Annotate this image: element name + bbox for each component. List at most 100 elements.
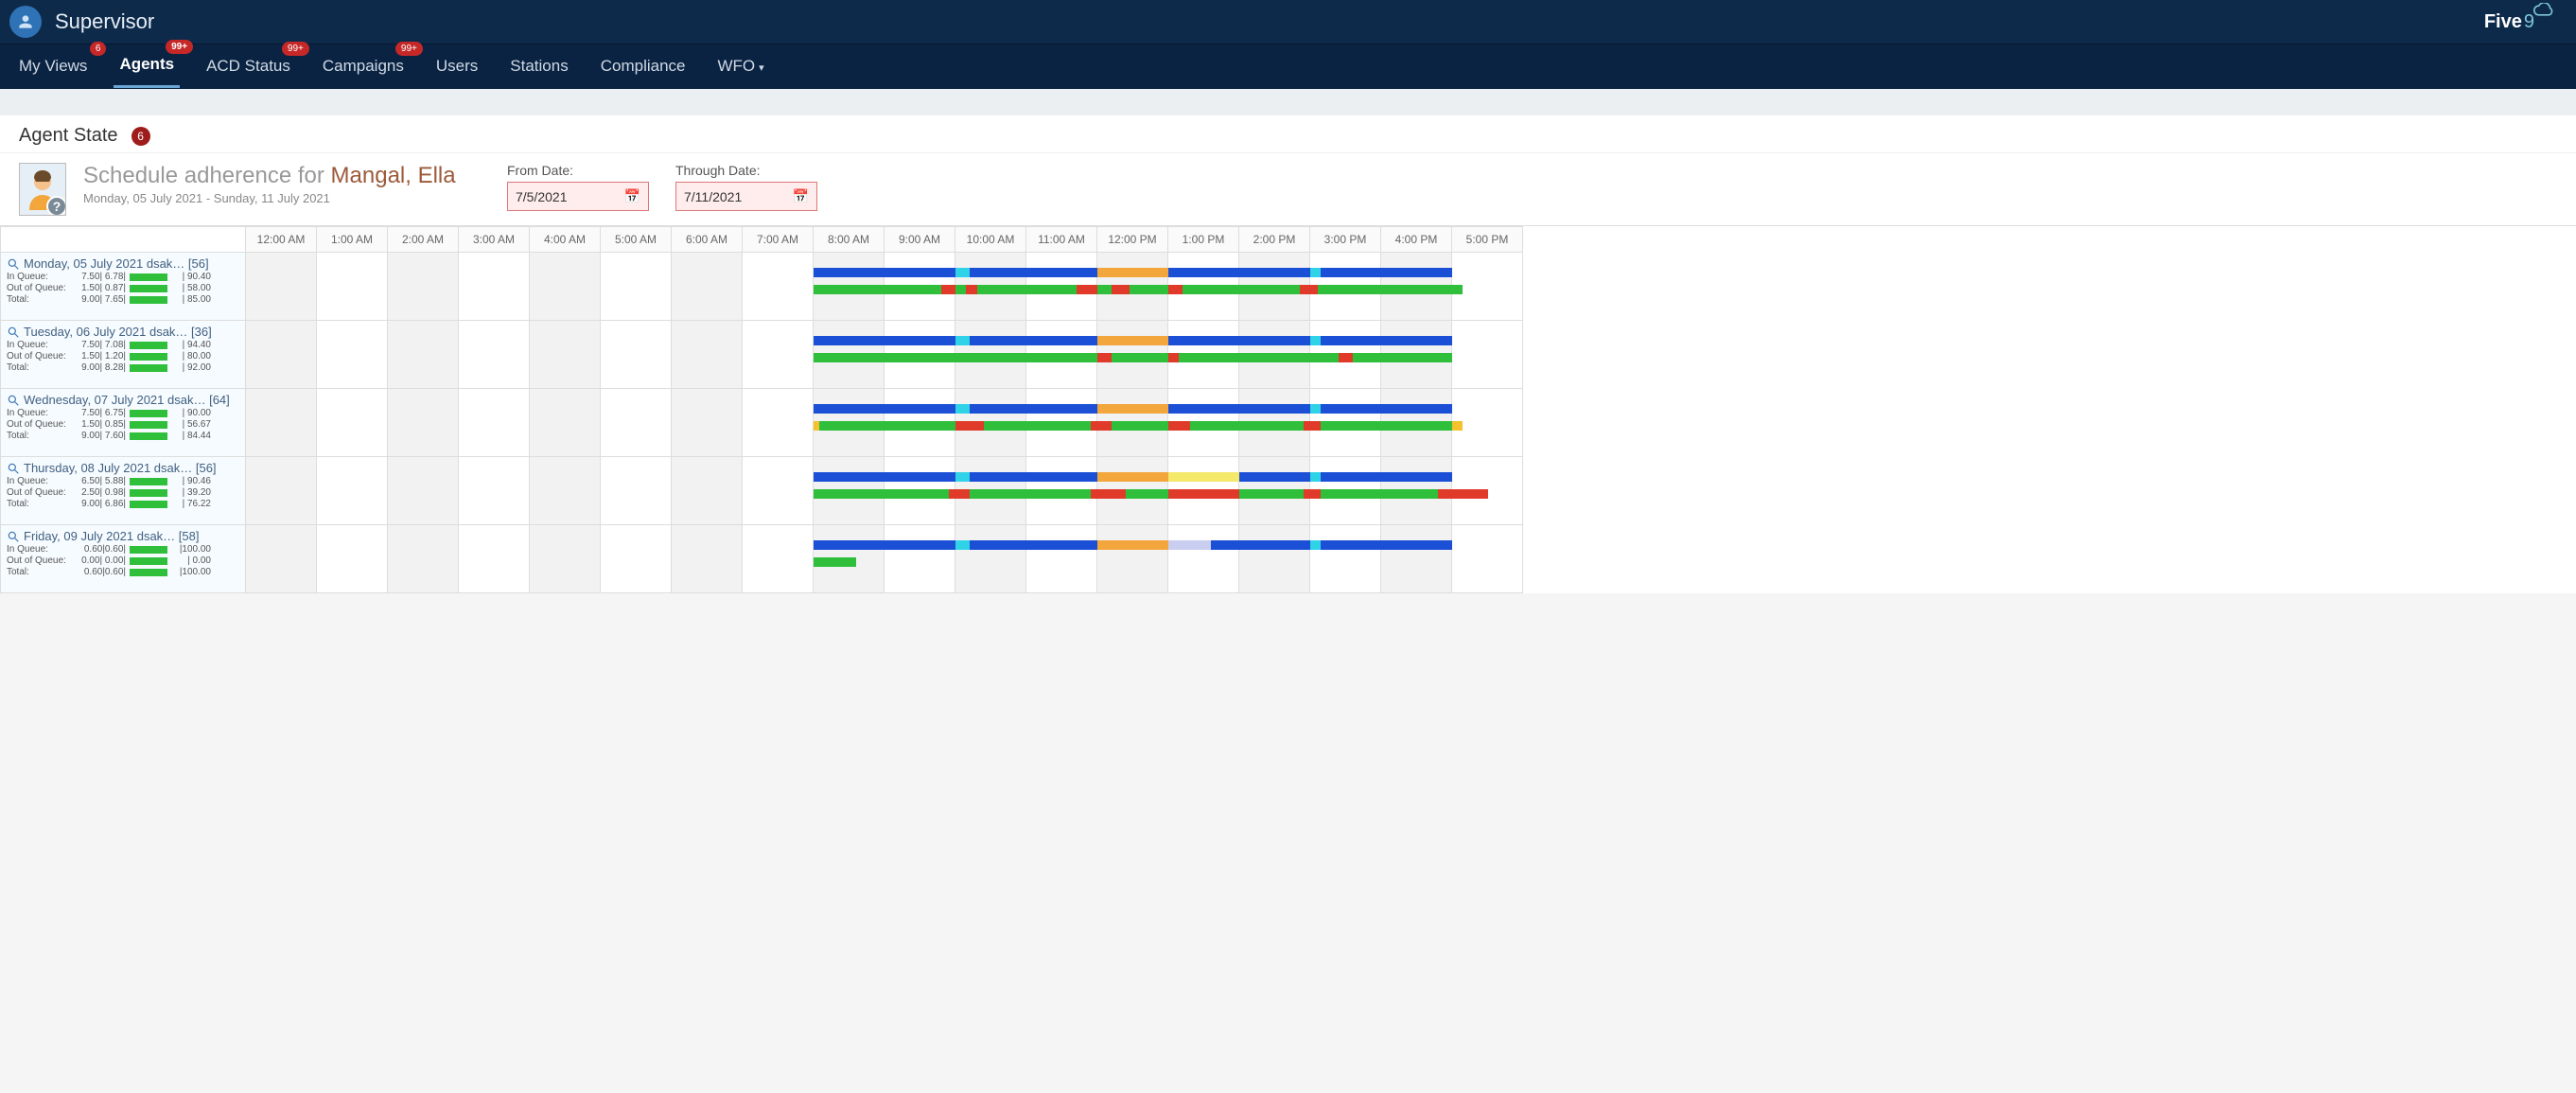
segment <box>970 472 1097 482</box>
segment <box>1126 489 1168 499</box>
segment <box>1112 421 1168 431</box>
segment <box>970 540 1097 550</box>
stat-row: Out of Queue:0.00| 0.00|| 0.00 <box>7 555 239 566</box>
segment <box>1097 336 1168 345</box>
through-date-group: Through Date: 7/11/2021 📅 <box>675 163 817 211</box>
magnifier-icon <box>7 530 20 543</box>
help-icon[interactable]: ? <box>46 196 66 216</box>
segment <box>1168 489 1239 499</box>
section-count-badge: 6 <box>131 127 150 146</box>
segment <box>1130 285 1168 294</box>
segment <box>955 421 984 431</box>
segment <box>970 336 1097 345</box>
day-label-cell[interactable]: Tuesday, 06 July 2021 dsak… [36]In Queue… <box>0 321 246 389</box>
segment <box>1179 353 1339 362</box>
segment <box>1097 404 1168 414</box>
nav-badge: 99+ <box>282 42 309 56</box>
segment <box>955 404 970 414</box>
day-label-cell[interactable]: Wednesday, 07 July 2021 dsak… [64]In Que… <box>0 389 246 457</box>
day-title: Wednesday, 07 July 2021 dsak… [64] <box>7 393 239 407</box>
segment <box>1211 540 1310 550</box>
segment <box>1239 489 1304 499</box>
segment <box>970 489 1091 499</box>
segment <box>814 489 949 499</box>
day-timeline-row <box>246 525 1523 593</box>
section-title: Agent State <box>19 125 118 147</box>
actual-track <box>246 421 1523 431</box>
through-date-input[interactable]: 7/11/2021 📅 <box>675 182 817 211</box>
segment <box>1321 336 1452 345</box>
hour-header: 12:00 AM <box>246 226 317 253</box>
segment <box>1310 540 1321 550</box>
segment <box>955 540 970 550</box>
segment <box>1353 353 1452 362</box>
nav-acd-status[interactable]: ACD Status99+ <box>201 47 296 87</box>
adherence-prefix: Schedule adherence for <box>83 163 324 188</box>
segment <box>1190 421 1304 431</box>
segment <box>814 404 955 414</box>
nav-campaigns[interactable]: Campaigns99+ <box>317 47 410 87</box>
segment <box>814 268 955 277</box>
segment <box>955 285 966 294</box>
segment <box>814 285 941 294</box>
segment <box>1168 472 1239 482</box>
day-title: Thursday, 08 July 2021 dsak… [56] <box>7 461 239 475</box>
nav-agents[interactable]: Agents99+ <box>114 45 180 88</box>
brand-main: Five <box>2484 11 2522 33</box>
segment <box>1300 285 1318 294</box>
segment <box>970 404 1097 414</box>
stat-row: Out of Queue:1.50| 1.20|| 80.00 <box>7 351 239 361</box>
segment <box>1168 353 1179 362</box>
cloud-icon <box>2532 2 2557 24</box>
hour-header: 7:00 AM <box>743 226 814 253</box>
through-date-value: 7/11/2021 <box>684 189 742 204</box>
hour-header: 12:00 PM <box>1097 226 1168 253</box>
scheduled-track <box>246 404 1523 414</box>
timeline-grid-wrap[interactable]: 12:00 AM1:00 AM2:00 AM3:00 AM4:00 AM5:00… <box>0 225 2576 593</box>
segment <box>819 421 955 431</box>
segment <box>1438 489 1488 499</box>
adherence-header: ? Schedule adherence for Mangal, Ella Mo… <box>0 152 2576 225</box>
stat-row: In Queue:6.50| 5.88|| 90.46 <box>7 476 239 486</box>
segment <box>1304 421 1322 431</box>
stat-row: Out of Queue:1.50| 0.85|| 56.67 <box>7 419 239 430</box>
main-nav: My Views6 Agents99+ ACD Status99+ Campaigns… <box>0 44 2576 89</box>
segment <box>814 336 955 345</box>
scheduled-track <box>246 268 1523 277</box>
day-label-cell[interactable]: Thursday, 08 July 2021 dsak… [56]In Queu… <box>0 457 246 525</box>
nav-users[interactable]: Users <box>430 47 483 87</box>
hour-header: 1:00 PM <box>1168 226 1239 253</box>
segment <box>1097 268 1168 277</box>
magnifier-icon <box>7 257 20 271</box>
segment <box>977 285 1077 294</box>
from-date-input[interactable]: 7/5/2021 📅 <box>507 182 649 211</box>
hour-header: 1:00 AM <box>317 226 388 253</box>
actual-track <box>246 557 1523 567</box>
nav-compliance[interactable]: Compliance <box>595 47 692 87</box>
segment <box>1112 285 1130 294</box>
hour-header: 6:00 AM <box>672 226 743 253</box>
magnifier-icon <box>7 394 20 407</box>
segment <box>1452 421 1463 431</box>
user-avatar[interactable] <box>9 6 42 38</box>
segment <box>1239 472 1310 482</box>
hour-header: 3:00 PM <box>1310 226 1381 253</box>
nav-my-views[interactable]: My Views6 <box>13 47 93 87</box>
hour-header: 10:00 AM <box>955 226 1026 253</box>
segment <box>1310 336 1321 345</box>
nav-wfo[interactable]: WFO▾ <box>711 47 769 87</box>
hour-header: 9:00 AM <box>885 226 955 253</box>
segment <box>1168 336 1310 345</box>
day-title: Monday, 05 July 2021 dsak… [56] <box>7 256 239 271</box>
day-label-cell[interactable]: Friday, 09 July 2021 dsak… [58]In Queue:… <box>0 525 246 593</box>
day-title: Friday, 09 July 2021 dsak… [58] <box>7 529 239 543</box>
segment <box>1091 421 1113 431</box>
day-label-cell[interactable]: Monday, 05 July 2021 dsak… [56]In Queue:… <box>0 253 246 321</box>
day-timeline-row <box>246 253 1523 321</box>
segment <box>814 557 856 567</box>
stat-row: In Queue:7.50| 6.78|| 90.40 <box>7 272 239 282</box>
nav-stations[interactable]: Stations <box>504 47 573 87</box>
segment <box>1097 353 1112 362</box>
day-timeline-row <box>246 321 1523 389</box>
actual-track <box>246 489 1523 499</box>
